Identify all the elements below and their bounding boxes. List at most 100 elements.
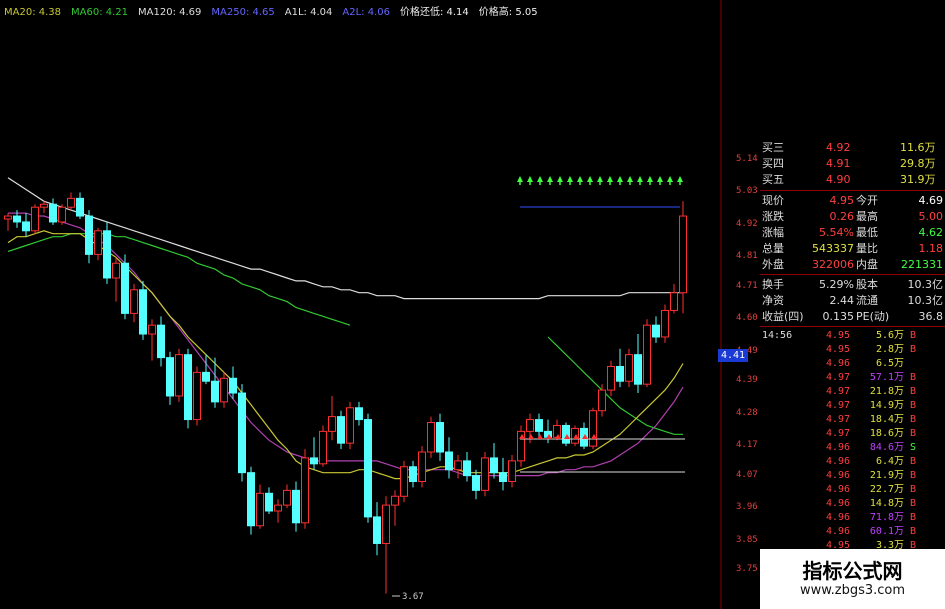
tick-row: 4.97 18.4万 B (760, 413, 945, 427)
signal-marker-red (528, 434, 534, 439)
axis-tick-label: 4.07 (736, 469, 758, 480)
candle-body (373, 516, 381, 544)
quote-label: 最高 (856, 210, 878, 223)
axis-tick-label: 3.96 (736, 502, 758, 513)
tick-price: 4.96 (826, 484, 851, 495)
candle-body (211, 380, 219, 403)
watermark: 指标公式网 www.zbgs3.com (760, 549, 945, 609)
candle-body (310, 457, 318, 465)
candle-body (400, 466, 408, 497)
candle-body (112, 262, 120, 279)
stat-value: 10.3亿 (907, 294, 944, 307)
low-price-label: 3.67 (402, 592, 424, 602)
tick-side: B (910, 470, 917, 481)
order-book-row: 买三 4.92 11.6万 (760, 140, 945, 156)
candle-body (103, 230, 111, 279)
candle-body (625, 354, 633, 382)
order-volume: 11.6万 (900, 141, 936, 154)
quote-label: 量比 (856, 242, 878, 255)
tick-row: 14:56 4.95 5.6万 B (760, 329, 945, 343)
candle-body (391, 495, 399, 506)
tick-volume: 60.1万 (869, 526, 904, 537)
tick-row: 4.96 6.5万 (760, 357, 945, 371)
quote-label: 涨幅 (762, 226, 784, 239)
tick-row: 4.96 21.9万 B (760, 469, 945, 483)
tick-price: 4.95 (826, 344, 851, 355)
tick-price: 4.97 (826, 400, 851, 411)
quote-value: 322006 (812, 258, 854, 271)
candle-body (40, 203, 48, 208)
candle-body (22, 221, 30, 232)
tick-row: 4.96 60.1万 B (760, 525, 945, 539)
tick-price: 4.96 (826, 512, 851, 523)
candle-body (463, 460, 471, 477)
candle-body (265, 492, 273, 512)
tick-price: 4.95 (826, 330, 851, 341)
order-label: 买四 (762, 157, 784, 170)
tick-row: 4.97 14.9万 B (760, 399, 945, 413)
candle-body (139, 289, 147, 335)
candle-body (301, 457, 309, 524)
signal-marker-red (537, 434, 543, 439)
candle-body (283, 489, 291, 506)
candlestick-chart[interactable] (0, 0, 722, 609)
axis-tick-label: 3.75 (736, 564, 758, 574)
order-volume: 31.9万 (900, 173, 936, 186)
candle-body (454, 460, 462, 471)
stat-label: 换手 (762, 278, 784, 291)
stat-label: 股本 (856, 278, 878, 291)
candle-body (229, 377, 237, 394)
stat-label: 收益(四) (762, 310, 804, 323)
candle-body (436, 422, 444, 453)
candle-body (661, 309, 669, 338)
legend-item: MA60: 4.21 (71, 7, 129, 18)
quote-row: 现价 4.95 今开 4.69 (760, 193, 945, 209)
tick-price: 4.97 (826, 372, 851, 383)
stat-value: 2.44 (829, 294, 855, 307)
candle-body (346, 407, 354, 444)
quote-label: 最低 (856, 226, 878, 239)
tick-row: 4.96 71.8万 B (760, 511, 945, 525)
candle-body (49, 203, 57, 223)
tick-side: B (910, 512, 917, 523)
candle-body (13, 215, 21, 223)
tick-row: 4.97 21.8万 B (760, 385, 945, 399)
candle-body (220, 377, 228, 403)
tick-volume: 18.4万 (869, 414, 904, 425)
axis-tick-label: 4.39 (736, 375, 758, 386)
tick-volume: 14.8万 (869, 498, 904, 509)
stat-value: 36.8 (918, 310, 944, 323)
divider (760, 190, 945, 191)
tick-row: 4.96 14.8万 B (760, 497, 945, 511)
quote-value: 543337 (812, 242, 854, 255)
tick-price: 4.96 (826, 442, 851, 453)
tick-side: B (910, 330, 917, 341)
tick-time: 14:56 (762, 330, 793, 341)
axis-tick-label: 5.14 (736, 154, 758, 164)
tick-row: 4.95 2.8万 B (760, 343, 945, 357)
axis-tick-label: 4.17 (736, 440, 758, 451)
candle-body (535, 419, 543, 432)
quote-panel: 买三 4.92 11.6万 买四 4.91 29.8万 买五 4.90 31.9万 现价 4.95 今… (760, 140, 945, 609)
tick-side: B (910, 386, 917, 397)
tick-volume: 6.5万 (875, 358, 904, 369)
tick-price: 4.96 (826, 358, 851, 369)
candle-body (256, 492, 264, 527)
candle-body (553, 424, 561, 438)
tick-row: 4.97 18.6万 B (760, 427, 945, 441)
candle-body (130, 289, 138, 314)
candle-body (670, 292, 678, 311)
quote-label: 内盘 (856, 258, 878, 271)
tick-side: B (910, 498, 917, 509)
tick-price: 4.96 (826, 526, 851, 537)
divider (760, 274, 945, 275)
candle-body (247, 472, 255, 527)
order-price: 4.92 (826, 141, 851, 154)
stat-row: 换手 5.29% 股本 10.3亿 (760, 277, 945, 293)
tick-row: 4.96 22.7万 B (760, 483, 945, 497)
candle-body (337, 416, 345, 444)
stat-value: 0.135 (822, 310, 855, 323)
candle-body (445, 451, 453, 471)
candle-body (382, 504, 390, 544)
tick-volume: 57.1万 (869, 372, 904, 383)
